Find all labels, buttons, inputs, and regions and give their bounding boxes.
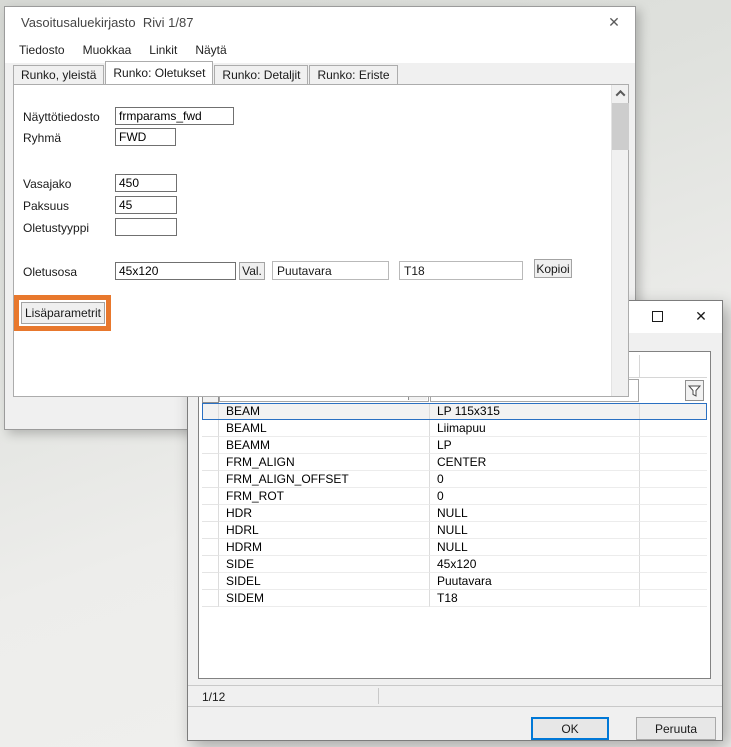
menu-nayta[interactable]: Näytä xyxy=(186,39,235,61)
tab-runko-eriste[interactable]: Runko: Eriste xyxy=(309,65,397,84)
vertical-scrollbar[interactable] xyxy=(611,85,628,396)
oletusosa-input[interactable] xyxy=(115,262,236,280)
nayttotiedosto-input[interactable] xyxy=(115,107,234,125)
status-divider xyxy=(378,688,379,704)
oletustyyppi-input[interactable] xyxy=(115,218,177,236)
maximize-icon[interactable] xyxy=(640,301,674,331)
close-icon[interactable]: ✕ xyxy=(597,7,631,37)
table-row[interactable]: SIDE 45x120 xyxy=(202,556,707,573)
nayttotiedosto-label: Näyttötiedosto xyxy=(23,110,100,124)
table-row[interactable]: SIDEM T18 xyxy=(202,590,707,607)
oletustyyppi-label: Oletustyyppi xyxy=(23,221,89,235)
paksuus-label: Paksuus xyxy=(23,199,69,213)
tab-runko-detaljit[interactable]: Runko: Detaljit xyxy=(214,65,308,84)
table-row[interactable]: BEAML Liimapuu xyxy=(202,420,707,437)
tab-control: Runko, yleistä Runko: Oletukset Runko: D… xyxy=(13,63,629,397)
table-row[interactable]: FRM_ROT 0 xyxy=(202,488,707,505)
scroll-up-icon[interactable] xyxy=(612,85,629,102)
header-filler-cell xyxy=(640,355,707,378)
parameters-table: Parametri Arvo BEAM LP 115x315 xyxy=(198,351,711,679)
table-row[interactable]: HDRM NULL xyxy=(202,539,707,556)
grade-readonly-box: T18 xyxy=(399,261,523,280)
status-bar: 1/12 xyxy=(188,685,722,707)
library-window: Vasoitusaluekirjasto Rivi 1/87 ✕ Tiedost… xyxy=(4,6,636,430)
ryhma-input[interactable] xyxy=(115,128,176,146)
table-row[interactable]: FRM_ALIGN CENTER xyxy=(202,454,707,471)
window-title: Vasoitusaluekirjasto Rivi 1/87 xyxy=(21,15,193,30)
paksuus-input[interactable] xyxy=(115,196,177,214)
menu-tiedosto[interactable]: Tiedosto xyxy=(10,39,74,61)
peruuta-button[interactable]: Peruuta xyxy=(636,717,716,740)
table-row[interactable]: SIDEL Puutavara xyxy=(202,573,707,590)
table-row[interactable]: BEAM LP 115x315 xyxy=(202,403,707,420)
kopioi-button[interactable]: Kopioi xyxy=(534,259,572,278)
material-readonly-box: Puutavara xyxy=(272,261,389,280)
scrollbar-thumb[interactable] xyxy=(612,103,629,150)
table-row[interactable]: HDRL NULL xyxy=(202,522,707,539)
tab-runko-oletukset[interactable]: Runko: Oletukset xyxy=(105,61,213,84)
menu-muokkaa[interactable]: Muokkaa xyxy=(74,39,141,61)
vasajako-label: Vasajako xyxy=(23,177,71,191)
main-titlebar: Vasoitusaluekirjasto Rivi 1/87 ✕ xyxy=(5,7,635,37)
val-button[interactable]: Val. xyxy=(239,262,265,280)
table-row[interactable]: HDR NULL xyxy=(202,505,707,522)
ryhma-label: Ryhmä xyxy=(23,131,61,145)
table-row[interactable]: BEAMM LP xyxy=(202,437,707,454)
filter-funnel-icon[interactable] xyxy=(685,380,704,401)
table-row[interactable]: FRM_ALIGN_OFFSET 0 xyxy=(202,471,707,488)
lisaparametrit-button[interactable]: Lisäparametrit xyxy=(21,302,105,324)
tab-runko-yleista[interactable]: Runko, yleistä xyxy=(13,65,104,84)
vasajako-input[interactable] xyxy=(115,174,177,192)
tab-strip: Runko, yleistä Runko: Oletukset Runko: D… xyxy=(13,63,399,84)
oletusosa-label: Oletusosa xyxy=(23,265,77,279)
close-icon[interactable]: ✕ xyxy=(684,301,718,331)
menu-bar: Tiedosto Muokkaa Linkit Näytä xyxy=(5,37,635,63)
row-count-status: 1/12 xyxy=(202,690,225,704)
menu-linkit[interactable]: Linkit xyxy=(140,39,186,61)
ok-button[interactable]: OK xyxy=(531,717,609,740)
tab-page-runko-oletukset: Näyttötiedosto Ryhmä Vasajako Paksuus Ol… xyxy=(13,84,629,397)
filter-filler-cell xyxy=(640,378,707,403)
